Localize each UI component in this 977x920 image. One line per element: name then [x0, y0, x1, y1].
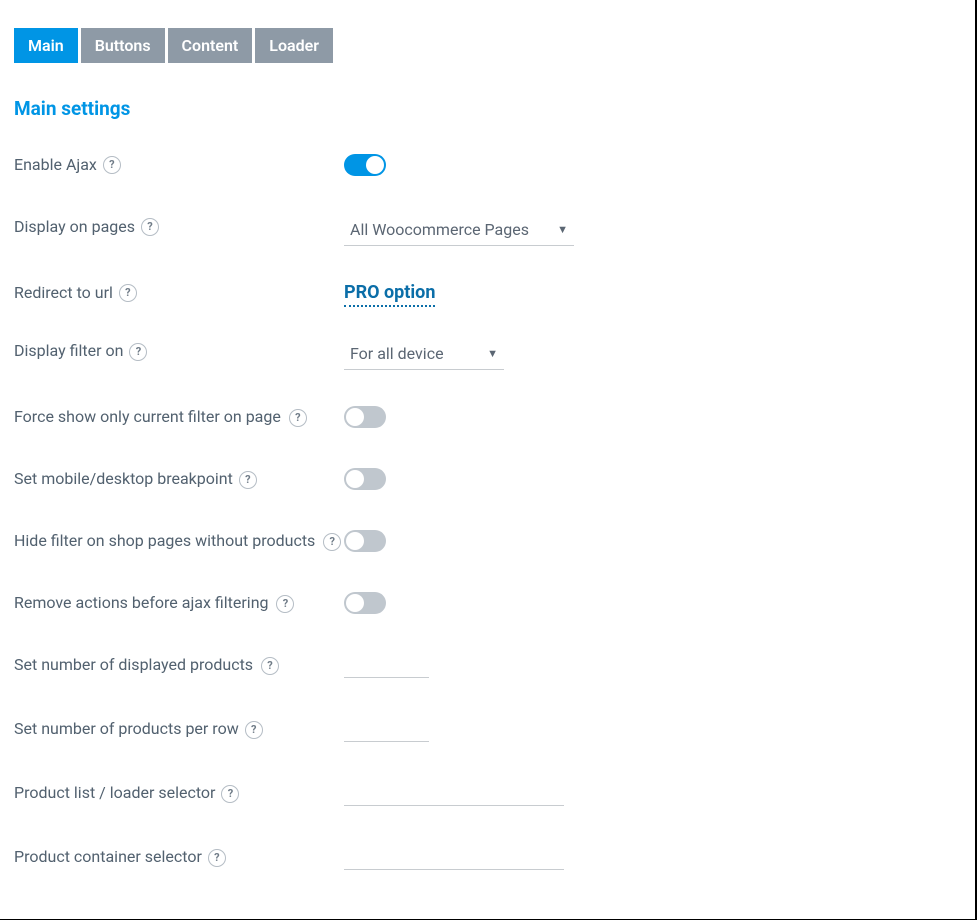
help-icon[interactable]: ?	[289, 409, 307, 427]
input-product-list-selector[interactable]	[344, 782, 564, 806]
help-icon[interactable]: ?	[141, 218, 159, 236]
select-value: For all device	[350, 344, 444, 363]
help-icon[interactable]: ?	[221, 785, 239, 803]
row-products-per-row: Set number of products per row ?	[14, 718, 961, 746]
label-redirect-to-url: Redirect to url ?	[14, 282, 344, 304]
label-text: Enable Ajax	[14, 154, 97, 176]
help-icon[interactable]: ?	[119, 284, 137, 302]
label-text: Remove actions before ajax filtering	[14, 593, 269, 612]
help-icon[interactable]: ?	[239, 471, 257, 489]
label-text: Hide filter on shop pages without produc…	[14, 531, 315, 550]
row-num-displayed-products: Set number of displayed products ?	[14, 654, 961, 682]
help-icon[interactable]: ?	[245, 721, 263, 739]
help-icon[interactable]: ?	[323, 533, 341, 551]
toggle-force-show-current[interactable]	[344, 406, 386, 428]
toggle-knob	[346, 408, 364, 426]
row-redirect-to-url: Redirect to url ? PRO option	[14, 282, 961, 304]
toggle-knob	[346, 594, 364, 612]
label-text: Redirect to url	[14, 282, 113, 304]
row-enable-ajax: Enable Ajax ?	[14, 154, 961, 180]
tab-main[interactable]: Main	[14, 28, 78, 63]
label-display-filter-on: Display filter on ?	[14, 340, 344, 362]
chevron-down-icon: ▼	[487, 347, 498, 360]
toggle-knob	[346, 470, 364, 488]
select-display-on-pages[interactable]: All Woocommerce Pages ▼	[344, 216, 574, 246]
row-hide-without-products: Hide filter on shop pages without produc…	[14, 530, 961, 556]
label-force-show-current: Force show only current filter on page ?	[14, 406, 344, 428]
row-set-breakpoint: Set mobile/desktop breakpoint ?	[14, 468, 961, 494]
label-remove-actions: Remove actions before ajax filtering ?	[14, 592, 344, 614]
label-text: Display on pages	[14, 216, 135, 238]
toggle-knob	[346, 532, 364, 550]
help-icon[interactable]: ?	[103, 156, 121, 174]
label-text: Product container selector	[14, 846, 202, 868]
help-icon[interactable]: ?	[261, 657, 279, 675]
pro-option-link[interactable]: PRO option	[344, 282, 435, 307]
label-product-container-selector: Product container selector ?	[14, 846, 344, 868]
row-product-container-selector: Product container selector ?	[14, 846, 961, 874]
toggle-set-breakpoint[interactable]	[344, 468, 386, 490]
label-num-displayed-products: Set number of displayed products ?	[14, 654, 344, 676]
toggle-hide-without-products[interactable]	[344, 530, 386, 552]
help-icon[interactable]: ?	[208, 849, 226, 867]
input-num-displayed-products[interactable]	[344, 654, 429, 678]
label-text: Set number of products per row	[14, 718, 239, 740]
tab-buttons[interactable]: Buttons	[81, 28, 165, 63]
label-enable-ajax: Enable Ajax ?	[14, 154, 344, 176]
label-text: Product list / loader selector	[14, 782, 215, 804]
label-product-list-selector: Product list / loader selector ?	[14, 782, 344, 804]
label-hide-without-products: Hide filter on shop pages without produc…	[14, 530, 344, 552]
toggle-enable-ajax[interactable]	[344, 154, 386, 176]
row-display-filter-on: Display filter on ? For all device ▼	[14, 340, 961, 370]
tab-loader[interactable]: Loader	[255, 28, 333, 63]
row-display-on-pages: Display on pages ? All Woocommerce Pages…	[14, 216, 961, 246]
toggle-remove-actions[interactable]	[344, 592, 386, 614]
row-remove-actions: Remove actions before ajax filtering ?	[14, 592, 961, 618]
select-display-filter-on[interactable]: For all device ▼	[344, 340, 504, 370]
help-icon[interactable]: ?	[276, 595, 294, 613]
section-title: Main settings	[14, 97, 961, 120]
row-force-show-current: Force show only current filter on page ?	[14, 406, 961, 432]
input-products-per-row[interactable]	[344, 718, 429, 742]
input-product-container-selector[interactable]	[344, 846, 564, 870]
label-text: Force show only current filter on page	[14, 407, 281, 426]
row-product-list-selector: Product list / loader selector ?	[14, 782, 961, 810]
tabs-bar: Main Buttons Content Loader	[14, 28, 961, 63]
toggle-knob	[366, 156, 384, 174]
settings-panel: Main Buttons Content Loader Main setting…	[0, 0, 977, 920]
label-text: Display filter on	[14, 340, 123, 362]
label-text: Set mobile/desktop breakpoint	[14, 468, 233, 490]
label-set-breakpoint: Set mobile/desktop breakpoint ?	[14, 468, 344, 490]
help-icon[interactable]: ?	[129, 343, 147, 361]
label-display-on-pages: Display on pages ?	[14, 216, 344, 238]
chevron-down-icon: ▼	[557, 223, 568, 236]
tab-content[interactable]: Content	[168, 28, 253, 63]
select-value: All Woocommerce Pages	[350, 220, 529, 239]
label-products-per-row: Set number of products per row ?	[14, 718, 344, 740]
label-text: Set number of displayed products	[14, 655, 253, 674]
